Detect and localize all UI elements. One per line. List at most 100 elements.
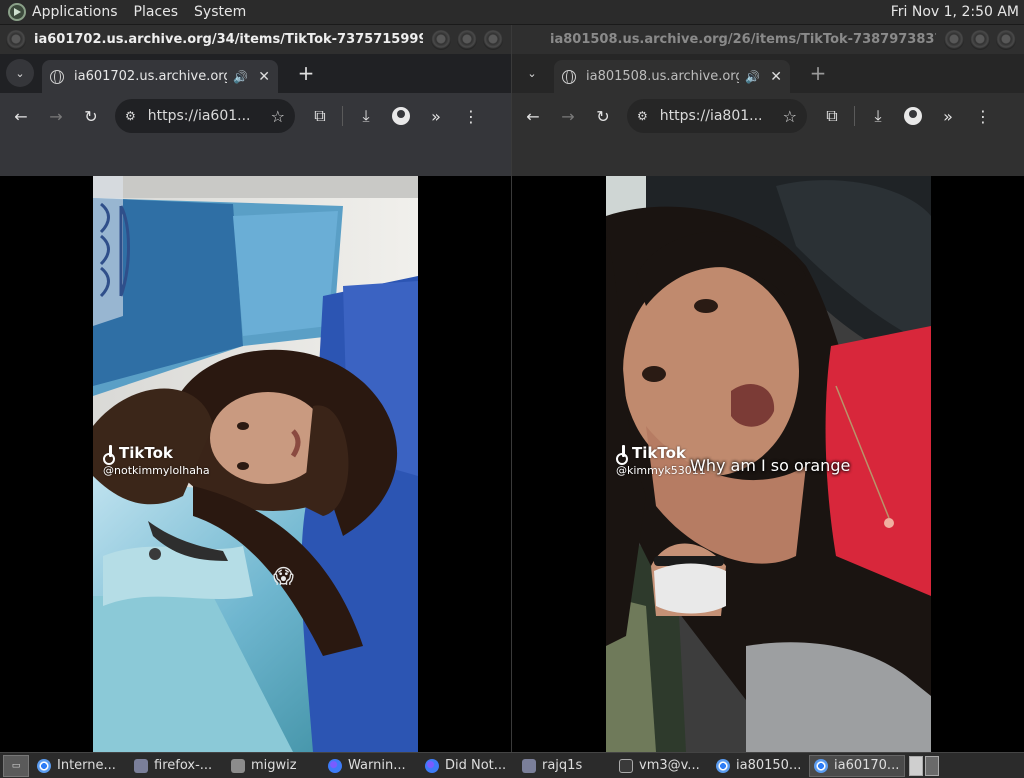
site-info-icon[interactable]: ⚙	[637, 109, 648, 123]
firefox-icon	[425, 758, 439, 773]
tab-strip: ⌄ ia601702.us.archive.org/34/items/TikTo…	[0, 54, 511, 93]
distro-logo-icon[interactable]	[8, 3, 26, 21]
watermark-logo-text: TikTok	[119, 444, 173, 462]
address-bar[interactable]: ⚙ https://ia601... ☆	[115, 99, 295, 133]
tab-title: ia801508.us.archive.org/26/items/TikTok	[586, 69, 739, 84]
tiktok-video[interactable]: TikTok @kimmyk53011 Why am I so orange	[606, 176, 931, 752]
back-button[interactable]: ←	[518, 101, 548, 131]
profile-button[interactable]	[898, 101, 928, 131]
tab-search-button[interactable]: ⌄	[6, 59, 34, 87]
download-icon[interactable]: ⤓	[863, 101, 893, 131]
task-item[interactable]: Warnin...	[324, 755, 420, 777]
video-player-area[interactable]: TikTok @notkimmylolhaha 😱	[0, 176, 511, 752]
maximize-button[interactable]	[457, 29, 477, 50]
tab-strip: ⌄ ia801508.us.archive.org/26/items/TikTo…	[512, 54, 1024, 93]
forward-button[interactable]: →	[41, 101, 71, 131]
maximize-button[interactable]	[970, 29, 990, 50]
clock[interactable]: Fri Nov 1, 2:50 AM	[891, 4, 1019, 20]
window-titlebar[interactable]: ia601702.us.archive.org/34/items/TikTok-…	[0, 25, 511, 54]
tiktok-note-icon	[103, 445, 115, 465]
speaker-icon[interactable]: 🔊	[233, 70, 248, 84]
terminal-icon	[619, 758, 633, 773]
globe-icon	[562, 69, 576, 84]
task-item[interactable]: Interne...	[33, 755, 129, 777]
folder-icon	[231, 758, 245, 773]
app-icon	[134, 758, 148, 773]
overflow-chevron-icon[interactable]: »	[933, 101, 963, 131]
reload-button[interactable]: ↻	[76, 101, 106, 131]
back-button[interactable]: ←	[6, 101, 36, 131]
close-tab-button[interactable]: ✕	[258, 69, 270, 85]
toolbar-separator	[854, 106, 855, 126]
infobar-strip	[512, 139, 1024, 176]
video-player-area[interactable]: TikTok @kimmyk53011 Why am I so orange	[512, 176, 1024, 752]
task-label: firefox-...	[154, 758, 213, 773]
places-menu[interactable]: Places	[134, 4, 179, 20]
close-window-button[interactable]	[483, 29, 503, 50]
task-label: Did Not...	[445, 758, 507, 773]
task-item[interactable]: rajq1s	[518, 755, 614, 777]
browser-tab[interactable]: ia801508.us.archive.org/26/items/TikTok …	[554, 60, 790, 93]
browser-toolbar: ← → ↻ ⚙ https://ia801... ☆ ⧉ ⤓ » ⋮	[512, 93, 1024, 139]
watermark-handle: @notkimmylolhaha	[103, 464, 210, 477]
forward-button[interactable]: →	[553, 101, 583, 131]
tiktok-note-icon	[616, 445, 628, 465]
browser-tab[interactable]: ia601702.us.archive.org/34/items/TikTok …	[42, 60, 278, 93]
close-tab-button[interactable]: ✕	[770, 69, 782, 85]
site-info-icon[interactable]: ⚙	[125, 109, 136, 123]
task-label: Warnin...	[348, 758, 406, 773]
address-bar[interactable]: ⚙ https://ia801... ☆	[627, 99, 807, 133]
show-desktop-button[interactable]: ▭	[3, 754, 29, 777]
scream-emoji: 😱	[273, 564, 294, 588]
chrome-icon	[814, 758, 828, 773]
browser-toolbar: ← → ↻ ⚙ https://ia601... ☆ ⧉ ⤓ » ⋮	[0, 93, 511, 139]
url-text[interactable]: https://ia801...	[660, 108, 783, 124]
avatar-icon	[904, 107, 922, 125]
toolbar-separator	[342, 106, 343, 126]
url-text[interactable]: https://ia601...	[148, 108, 271, 124]
kebab-menu-icon[interactable]: ⋮	[968, 101, 998, 131]
minimize-button[interactable]	[431, 29, 451, 50]
task-item[interactable]: vm3@v...	[615, 755, 711, 777]
task-label: ia80150...	[736, 758, 802, 773]
window-title: ia601702.us.archive.org/34/items/TikTok-…	[34, 32, 423, 47]
overflow-chevron-icon[interactable]: »	[421, 101, 451, 131]
chevron-down-icon: ⌄	[15, 66, 25, 80]
task-item[interactable]: firefox-...	[130, 755, 226, 777]
kebab-menu-icon[interactable]: ⋮	[456, 101, 486, 131]
applications-menu[interactable]: Applications	[32, 4, 118, 20]
task-item[interactable]: migwiz	[227, 755, 323, 777]
workspace-switcher[interactable]	[909, 755, 939, 776]
workspace-2[interactable]	[925, 755, 939, 776]
new-tab-button[interactable]: +	[292, 59, 320, 87]
task-label: Interne...	[57, 758, 116, 773]
chrome-icon	[37, 758, 51, 773]
task-item[interactable]: Did Not...	[421, 755, 517, 777]
minimize-button[interactable]	[944, 29, 964, 50]
video-caption: Why am I so orange	[690, 456, 851, 475]
speaker-icon[interactable]: 🔊	[745, 70, 760, 84]
task-item[interactable]: ia80150...	[712, 755, 808, 777]
profile-button[interactable]	[386, 101, 416, 131]
system-menu[interactable]: System	[194, 4, 246, 20]
infobar-strip	[0, 139, 511, 176]
extensions-icon[interactable]: ⧉	[817, 101, 847, 131]
task-item-active[interactable]: ia60170...	[809, 754, 905, 777]
download-icon[interactable]: ⤓	[351, 101, 381, 131]
tab-search-button[interactable]: ⌄	[518, 59, 546, 87]
window-titlebar[interactable]: ia801508.us.archive.org/26/items/TikTok-…	[512, 25, 1024, 54]
new-tab-button[interactable]: +	[804, 59, 832, 87]
workspace-1[interactable]	[909, 755, 923, 776]
close-window-button[interactable]	[996, 29, 1016, 50]
tiktok-video[interactable]: TikTok @notkimmylolhaha 😱	[93, 176, 418, 752]
extensions-icon[interactable]: ⧉	[305, 101, 335, 131]
bookmark-star-icon[interactable]: ☆	[271, 107, 285, 126]
app-icon	[522, 758, 536, 773]
avatar-icon	[392, 107, 410, 125]
task-label: rajq1s	[542, 758, 583, 773]
task-label: vm3@v...	[639, 758, 700, 773]
bookmark-star-icon[interactable]: ☆	[783, 107, 797, 126]
window-menu-button[interactable]	[6, 29, 26, 50]
reload-button[interactable]: ↻	[588, 101, 618, 131]
tiktok-watermark: TikTok @notkimmylolhaha	[103, 444, 210, 477]
